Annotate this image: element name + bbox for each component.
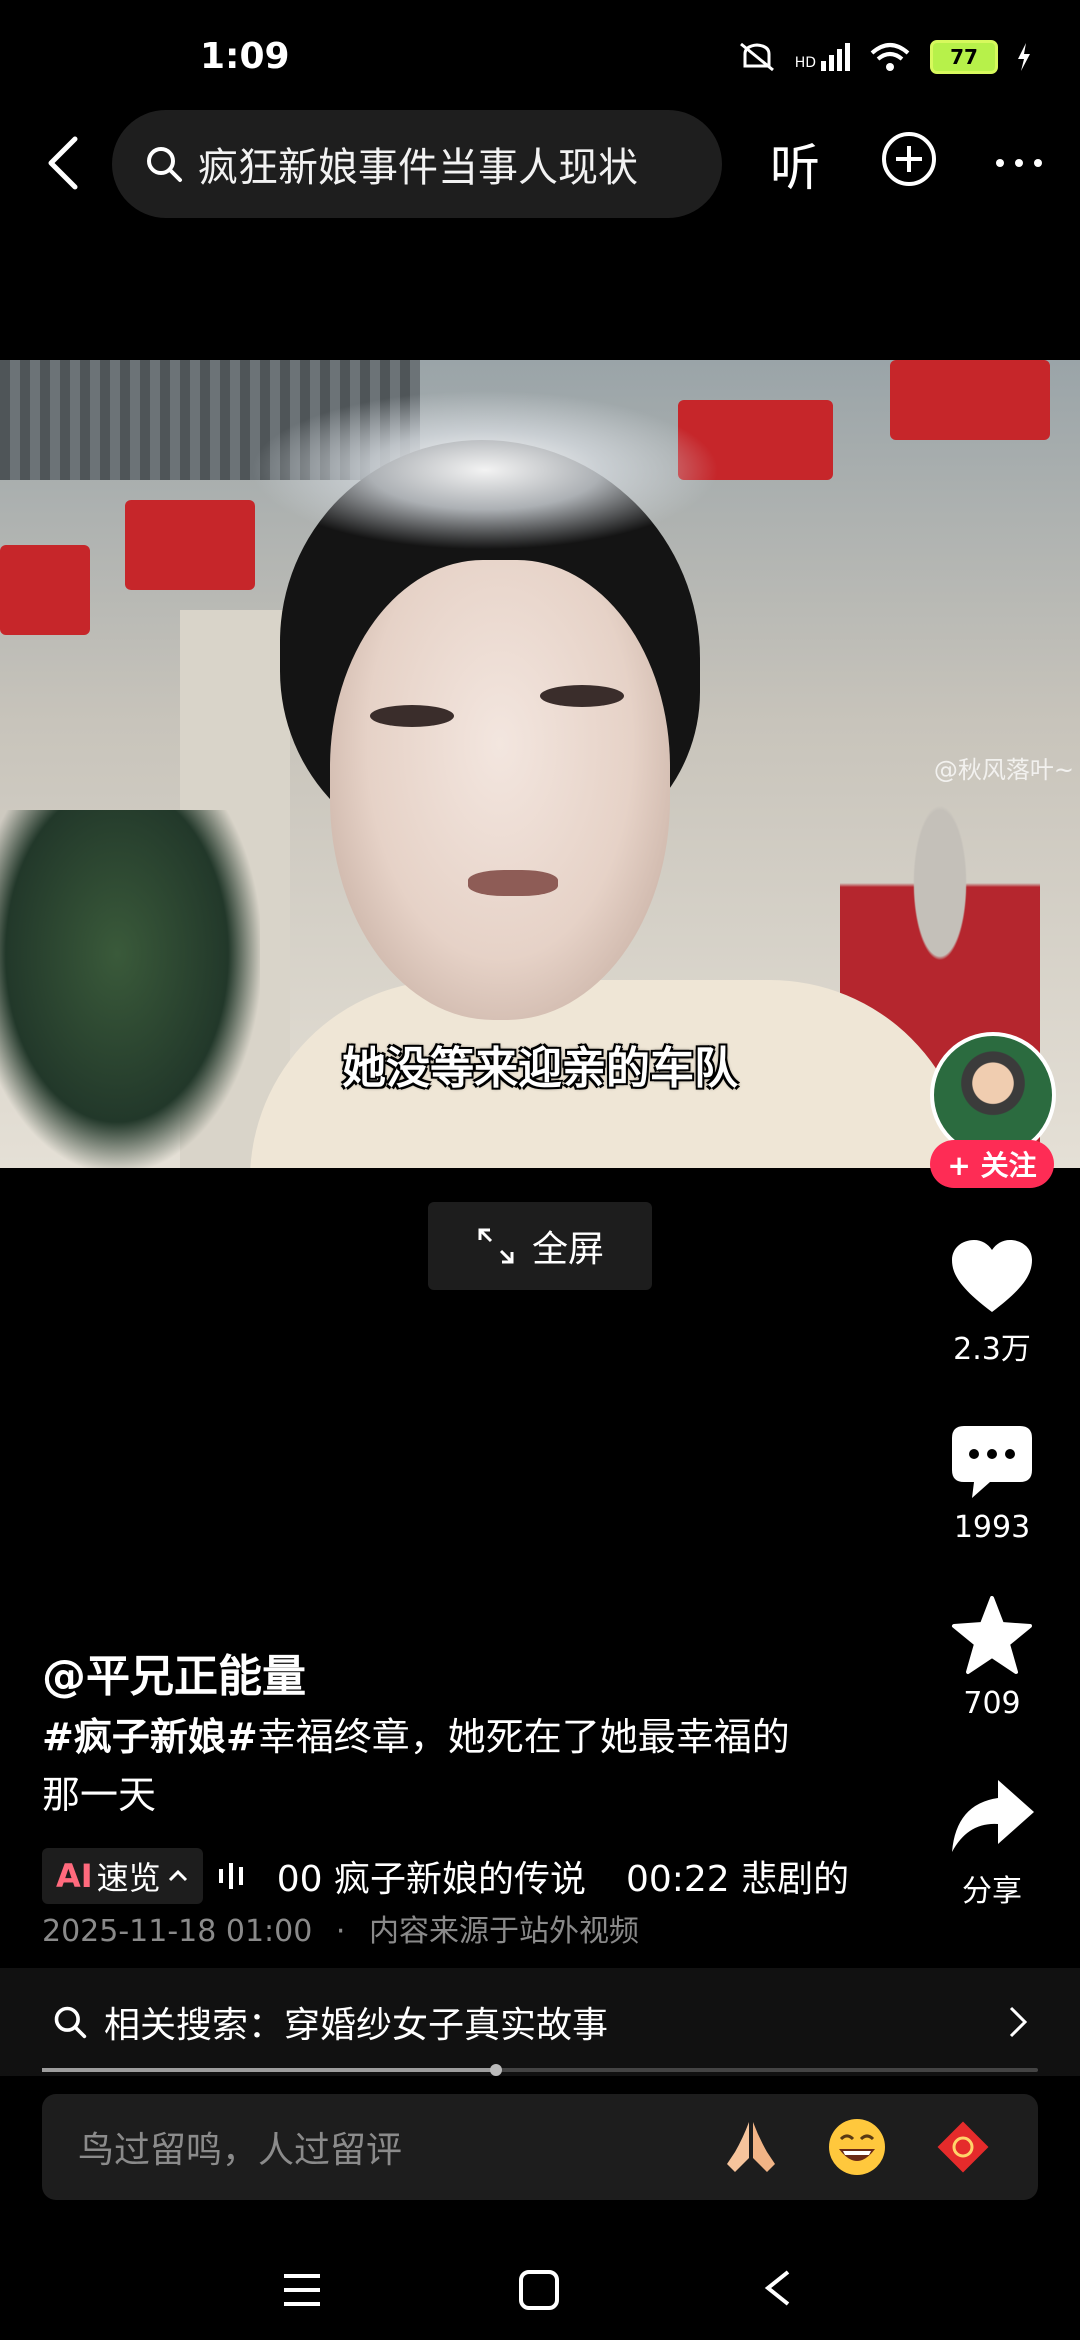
share-label: 分享 [962, 1874, 1022, 1909]
video-subject-mouth [468, 870, 558, 896]
comment-count: 1993 [953, 1510, 1031, 1545]
favorite-count: 709 [963, 1686, 1021, 1721]
like-count: 2.3万 [953, 1332, 1031, 1367]
video-progress-fill [42, 2068, 494, 2072]
heart-icon [952, 1240, 1032, 1312]
search-icon [54, 2006, 87, 2039]
ai-summary-button[interactable]: AI 速览 [42, 1848, 203, 1904]
audio-wave-icon [218, 1863, 243, 1889]
battery-icon: 77 [930, 40, 998, 74]
video-subtitle: 她没等来迎亲的车队 [342, 1043, 738, 1094]
video-subject-eye [370, 705, 454, 727]
post-description: #疯子新娘#幸福终章，她死在了她最幸福的 那一天 [42, 1708, 862, 1824]
share-arrow-icon [952, 1780, 1034, 1852]
search-icon [147, 147, 182, 182]
chapter-list: 00 疯子新娘的传说 00:22 悲剧的 [277, 1850, 849, 1902]
favorite-button[interactable]: 709 [927, 1596, 1057, 1721]
post-date: 2025-11-18 01:00 [42, 1914, 313, 1949]
laugh-emoji-button[interactable] [826, 2116, 888, 2178]
more-dots-icon [996, 159, 1042, 167]
battery-level: 77 [950, 45, 978, 69]
follow-button[interactable]: + 关注 [930, 1140, 1054, 1188]
video-subject-eye [540, 685, 624, 707]
video-progress-knob[interactable] [490, 2064, 502, 2076]
related-search-bar[interactable]: 相关搜索：穿婚纱女子真实故事 [0, 1968, 1080, 2076]
comment-button[interactable]: 1993 [927, 1424, 1057, 1545]
charging-icon [1018, 43, 1030, 71]
status-icons: HD 77 [737, 40, 1032, 74]
fullscreen-label: 全屏 [531, 1229, 604, 1270]
like-button[interactable]: 2.3万 [927, 1238, 1057, 1368]
create-button[interactable] [880, 130, 938, 192]
video-subject-face [330, 560, 670, 1020]
back-button[interactable] [28, 128, 98, 198]
laugh-face-icon [829, 2119, 885, 2175]
chevron-right-icon [1009, 2006, 1028, 2038]
mute-icon [739, 42, 774, 72]
chapter-item[interactable]: 00:22 悲剧的 [626, 1850, 849, 1902]
video-scene-banner [0, 545, 90, 635]
network-label: HD [794, 55, 816, 71]
description-text-line2: 那一天 [42, 1773, 157, 1817]
chevron-left-icon [48, 136, 78, 190]
video-player[interactable]: @秋风落叶~ 她没等来迎亲的车队 [0, 360, 1080, 1168]
comment-bubble-icon [952, 1426, 1032, 1498]
share-button[interactable]: 分享 [927, 1776, 1057, 1910]
pray-emoji-button[interactable] [720, 2116, 782, 2178]
search-bar[interactable]: 疯狂新娘事件当事人现状 [112, 110, 722, 218]
pray-hands-icon [727, 2122, 775, 2172]
listen-button[interactable]: 听 [770, 128, 820, 200]
chapter-item[interactable]: 00 疯子新娘的传说 [277, 1850, 586, 1902]
fullscreen-button[interactable]: 全屏 [428, 1202, 652, 1290]
content-source: 内容来源于站外视频 [368, 1914, 639, 1949]
hashtag-link[interactable]: #疯子新娘# [42, 1715, 258, 1759]
ai-badge: AI [56, 1857, 93, 1895]
related-search-text: 相关搜索：穿婚纱女子真实故事 [104, 2005, 609, 2046]
ai-summary-row: AI 速览 00 疯子新娘的传说 00:22 悲剧的 [42, 1848, 872, 1904]
signal-icon: HD [795, 43, 850, 71]
fu-sticker-icon [937, 2121, 989, 2173]
ai-summary-label: 速览 [96, 1859, 161, 1897]
wifi-icon [870, 43, 910, 71]
video-scene-plant [0, 810, 260, 1168]
more-button[interactable] [990, 130, 1048, 192]
video-progress-bar[interactable] [42, 2064, 1038, 2076]
search-query: 疯狂新娘事件当事人现状 [198, 145, 638, 191]
comment-input[interactable]: 鸟过留鸣，人过留评 [42, 2094, 1038, 2200]
chevron-up-icon [168, 1869, 187, 1882]
comment-placeholder: 鸟过留鸣，人过留评 [78, 2130, 403, 2171]
fu-emoji-button[interactable] [932, 2116, 994, 2178]
expand-icon [478, 1228, 514, 1264]
star-icon [952, 1596, 1032, 1674]
system-nav-bar [0, 2232, 1080, 2332]
author-name[interactable]: @平兄正能量 [42, 1640, 306, 1704]
description-text: 幸福终章，她死在了她最幸福的 [257, 1715, 790, 1759]
back-triangle-icon[interactable] [762, 2268, 792, 2308]
menu-icon[interactable] [282, 2270, 322, 2310]
video-scene-banner [890, 360, 1050, 440]
post-meta: 2025-11-18 01:00 · 内容来源于站外视频 [42, 1914, 639, 1949]
home-square-icon[interactable] [518, 2269, 560, 2311]
video-watermark: @秋风落叶~ [933, 756, 1074, 784]
video-scene-banner [125, 500, 255, 590]
video-subject-headpiece [250, 390, 720, 550]
plus-circle-icon [882, 132, 936, 186]
status-time: 1:09 [200, 36, 290, 77]
